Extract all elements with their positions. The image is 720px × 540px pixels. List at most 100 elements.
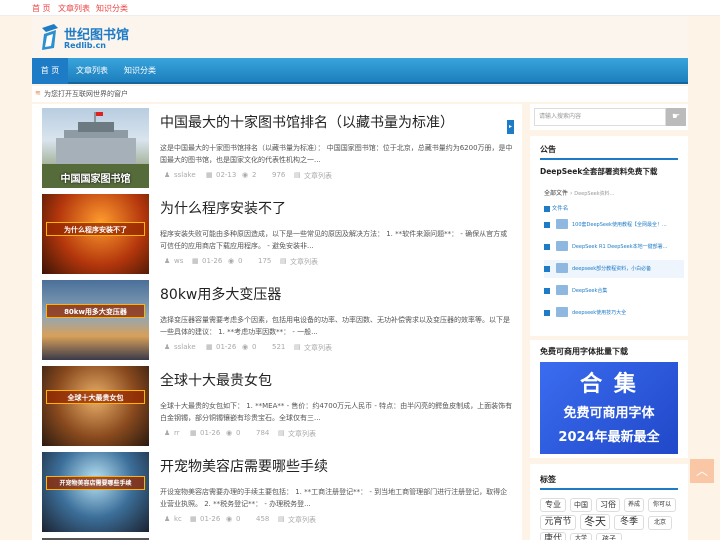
folder-icon: [556, 307, 568, 317]
date-icon: ▦: [190, 515, 197, 523]
post-title[interactable]: 为什么程序安装不了: [160, 198, 286, 218]
post-thumbnail-caption: 80kw用多大变压器: [46, 304, 145, 318]
file-item[interactable]: 100套DeepSeek使用教程【全网最全！...: [544, 216, 684, 234]
post-comments: 0: [236, 515, 241, 523]
post-title[interactable]: 全球十大最贵女包: [160, 370, 272, 390]
post-views: 976: [272, 171, 286, 179]
font-download-box: 免费可商用字体批量下载 合 集 免费可商用字体 2024年最新最全: [530, 340, 688, 458]
author-icon: ♟: [164, 171, 171, 179]
tag-link[interactable]: 养成: [624, 498, 644, 512]
post-title[interactable]: 开宠物美容店需要哪些手续: [160, 456, 328, 476]
post-category[interactable]: 文章列表: [304, 171, 332, 181]
file-name[interactable]: deepseek部分教程资料，小白必备: [572, 265, 651, 272]
comment-icon: ◉: [242, 343, 249, 351]
post-title[interactable]: 80kw用多大变压器: [160, 284, 281, 304]
tag-link[interactable]: 孩子: [596, 533, 622, 540]
nav-articles[interactable]: 文章列表: [70, 58, 114, 84]
post-category[interactable]: 文章列表: [288, 429, 316, 439]
checkbox[interactable]: [544, 244, 550, 250]
file-name[interactable]: DeepSeek合集: [572, 287, 607, 294]
nav-home[interactable]: 首 页: [32, 58, 68, 84]
file-root[interactable]: 全部文件: [544, 190, 568, 197]
post-date: 01-26: [200, 429, 221, 437]
post-category[interactable]: 文章列表: [288, 515, 316, 525]
checkbox[interactable]: [544, 288, 550, 294]
post-author[interactable]: sslake: [174, 343, 196, 351]
post-comments: 0: [252, 343, 257, 351]
font-banner[interactable]: 合 集 免费可商用字体 2024年最新最全: [540, 362, 678, 454]
section-divider: [540, 488, 678, 490]
search-button[interactable]: ☛: [666, 108, 686, 126]
checkbox[interactable]: [544, 266, 550, 272]
tag-link[interactable]: 元宵节: [540, 515, 576, 530]
file-item[interactable]: deepseek使用技巧大全: [544, 304, 684, 322]
post-category[interactable]: 文章列表: [304, 343, 332, 353]
post-thumbnail[interactable]: 全球十大最贵女包: [42, 366, 149, 446]
tag-link[interactable]: 专业: [540, 498, 566, 512]
file-name[interactable]: DeepSeek R1 DeepSeek本地一键部署...: [572, 243, 667, 250]
logo-book-icon[interactable]: [40, 24, 60, 50]
post-thumbnail-caption: 中国国家图书馆: [60, 174, 131, 185]
post-thumbnail[interactable]: 开宠物美容店需要哪些手续: [42, 452, 149, 532]
post-thumbnail-caption: 全球十大最贵女包: [46, 390, 145, 404]
post-thumbnail[interactable]: 80kw用多大变压器: [42, 280, 149, 360]
post-item: 开宠物美容店需要哪些手续 开宠物美容店需要哪些手续 开设宠物美容店需要办理的手续…: [42, 452, 516, 534]
category-icon: ▤: [294, 171, 301, 179]
post-category[interactable]: 文章列表: [290, 257, 318, 267]
search-box: 请输入搜索内容 ☛: [530, 104, 688, 130]
checkbox[interactable]: [544, 310, 550, 316]
date-icon: ▦: [206, 171, 213, 179]
file-name[interactable]: 100套DeepSeek使用教程【全网最全！...: [572, 221, 667, 228]
category-icon: ▤: [278, 515, 285, 523]
category-icon: ▤: [280, 257, 287, 265]
tag-link[interactable]: 大学: [570, 533, 592, 540]
tag-link[interactable]: 你可以: [648, 498, 676, 512]
font-banner-tagline: 2024年最新最全: [558, 430, 660, 445]
author-icon: ♟: [164, 257, 171, 265]
file-name[interactable]: deepseek使用技巧大全: [572, 309, 626, 316]
back-to-top-button[interactable]: ︿: [690, 459, 714, 483]
font-download-title[interactable]: 免费可商用字体批量下载: [540, 346, 628, 357]
date-icon: ▦: [190, 429, 197, 437]
notice-bar: ≋ 为您打开互联网世界的窗户: [32, 86, 688, 102]
font-banner-subheading: 免费可商用字体: [563, 406, 655, 421]
search-input[interactable]: 请输入搜索内容: [534, 108, 666, 126]
top-link-articles[interactable]: 文章列表: [58, 3, 90, 14]
post-author[interactable]: sslake: [174, 171, 196, 179]
post-views: 175: [258, 257, 272, 265]
notice-text: 为您打开互联网世界的窗户: [44, 90, 128, 98]
top-link-categories[interactable]: 知识分类: [96, 3, 128, 14]
tag-link[interactable]: 习俗: [596, 498, 620, 512]
comment-icon: ◉: [226, 429, 233, 437]
tag-link[interactable]: 冬季: [614, 515, 644, 530]
post-thumbnail[interactable]: 中国国家图书馆: [42, 108, 149, 188]
nav-categories[interactable]: 知识分类: [118, 58, 162, 84]
post-author[interactable]: rr: [174, 429, 180, 437]
checkbox[interactable]: [544, 222, 550, 228]
file-item[interactable]: DeepSeek R1 DeepSeek本地一键部署...: [544, 238, 684, 256]
font-banner-heading: 合 集: [580, 372, 638, 397]
select-all-checkbox[interactable]: [544, 205, 550, 212]
post-excerpt: 程序安装失败可能由多种原因造成，以下是一些常见的原因及解决方法： 1. **软件…: [160, 230, 508, 250]
post-excerpt: 这是中国最大的十家图书馆排名（以藏书量为标准）： 中国国家图书馆：位于北京，总藏…: [160, 144, 513, 164]
top-link-home[interactable]: 首 页: [32, 3, 51, 14]
post-title[interactable]: 中国最大的十家图书馆排名（以藏书量为标准）: [160, 112, 454, 132]
main-nav: 首 页 文章列表 知识分类: [32, 58, 688, 84]
post-thumbnail[interactable]: 为什么程序安装不了: [42, 194, 149, 274]
file-item[interactable]: DeepSeek合集: [544, 282, 684, 300]
file-item[interactable]: deepseek部分教程资料，小白必备: [544, 260, 684, 278]
tag-link[interactable]: 北京: [648, 516, 672, 530]
announcement-headline[interactable]: DeepSeek全套部署资料免费下载: [540, 166, 657, 177]
category-icon: ▤: [278, 429, 285, 437]
scroll-marker[interactable]: ▸: [507, 120, 514, 134]
post-date: 02-13: [216, 171, 237, 179]
tag-link[interactable]: 唐代: [540, 532, 566, 540]
post-author[interactable]: ws: [174, 257, 183, 265]
tag-link[interactable]: 中国: [570, 498, 592, 512]
folder-icon: [556, 241, 568, 251]
file-path[interactable]: DeepSeek资料...: [574, 191, 614, 197]
post-thumbnail-caption: 为什么程序安装不了: [46, 222, 145, 236]
post-author[interactable]: kc: [174, 515, 182, 523]
tag-link[interactable]: 冬天: [580, 514, 610, 530]
post-date: 01-26: [216, 343, 237, 351]
